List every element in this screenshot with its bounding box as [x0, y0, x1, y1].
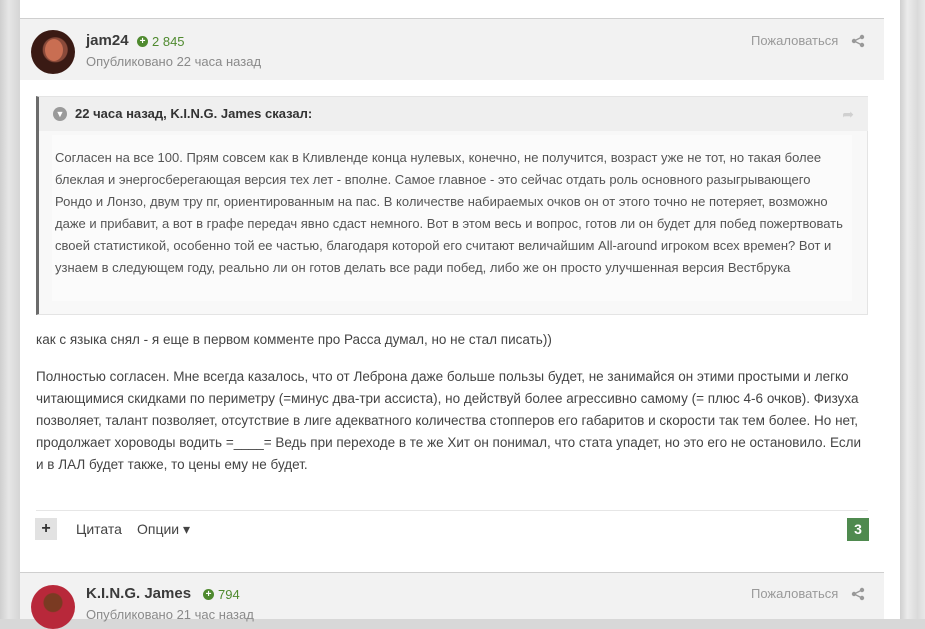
avatar[interactable] — [31, 30, 75, 74]
quote-text: Согласен на все 100. Прям совсем как в К… — [52, 135, 852, 301]
username[interactable]: jam24 — [86, 32, 129, 49]
quote-block: ▼ 22 часа назад, K.I.N.G. James сказал: … — [36, 96, 868, 315]
share-icon[interactable] — [851, 587, 865, 601]
background-left — [0, 0, 22, 619]
reputation-badge: + 794 — [203, 587, 240, 602]
share-icon[interactable] — [851, 34, 865, 48]
caret-down-icon: ▾ — [183, 521, 191, 537]
post-date[interactable]: Опубликовано 21 час назад — [86, 607, 254, 622]
plus-circle-icon: + — [137, 36, 148, 47]
chevron-down-icon[interactable]: ▼ — [53, 107, 67, 121]
quote-button[interactable]: Цитата — [76, 521, 122, 537]
reputation-value: 794 — [218, 587, 240, 602]
post-header: K.I.N.G. James + 794 Опубликовано 21 час… — [20, 573, 884, 629]
report-link[interactable]: Пожаловаться — [751, 586, 838, 601]
reply-arrow-icon[interactable]: ➦ — [842, 106, 854, 123]
background-right — [900, 0, 925, 619]
reputation-value: 2 845 — [152, 34, 185, 49]
plus-circle-icon: + — [203, 589, 214, 600]
post-paragraph: Полностью согласен. Мне всегда казалось,… — [36, 369, 862, 472]
reputation-badge: + 2 845 — [137, 34, 185, 49]
options-label: Опции — [137, 521, 180, 537]
post-paragraph: как с языка снял - я еще в первом коммен… — [36, 332, 552, 347]
username[interactable]: K.I.N.G. James — [86, 585, 191, 602]
reaction-count-badge[interactable]: 3 — [847, 518, 869, 541]
avatar[interactable] — [31, 585, 75, 629]
options-button[interactable]: Опции ▾ — [137, 521, 190, 538]
post-footer-divider — [36, 510, 868, 511]
post-date[interactable]: Опубликовано 22 часа назад — [86, 54, 261, 69]
add-multiquote-button[interactable]: + — [35, 518, 57, 540]
post-header: jam24 + 2 845 Опубликовано 22 часа назад… — [20, 19, 884, 80]
quote-header: ▼ 22 часа назад, K.I.N.G. James сказал: … — [39, 97, 868, 131]
quote-citation[interactable]: 22 часа назад, K.I.N.G. James сказал: — [75, 106, 312, 121]
report-link[interactable]: Пожаловаться — [751, 33, 838, 48]
